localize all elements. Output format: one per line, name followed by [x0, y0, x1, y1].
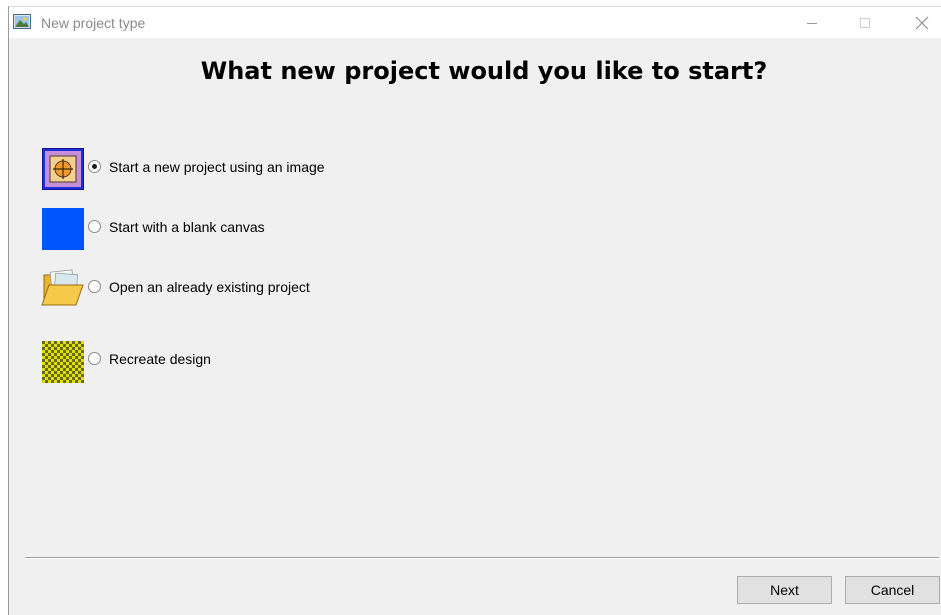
maximize-button[interactable] — [845, 7, 885, 38]
title-bar[interactable]: New project type — [9, 7, 941, 38]
page-heading: What new project would you like to start… — [200, 57, 768, 85]
radio-blank-canvas[interactable] — [88, 220, 101, 233]
minimize-icon — [807, 22, 817, 24]
next-button[interactable]: Next — [737, 576, 832, 604]
checkerboard-icon — [42, 341, 84, 383]
option-label-blank-canvas: Start with a blank canvas — [109, 219, 265, 235]
folder-icon — [41, 269, 84, 306]
picture-icon — [13, 14, 31, 29]
radio-image-project[interactable] — [88, 160, 101, 173]
maximize-icon — [860, 17, 870, 28]
option-label-recreate-design: Recreate design — [109, 351, 211, 367]
footer-divider — [25, 557, 939, 559]
image-project-icon — [42, 148, 84, 190]
minimize-button[interactable] — [792, 7, 832, 38]
close-icon — [915, 16, 929, 29]
dialog-window: New project type What new project would … — [8, 6, 941, 615]
option-label-open-existing: Open an already existing project — [109, 279, 310, 295]
option-label-image-project: Start a new project using an image — [109, 159, 325, 175]
cancel-button[interactable]: Cancel — [845, 576, 940, 604]
close-button[interactable] — [902, 7, 941, 38]
blank-canvas-icon — [42, 208, 84, 250]
window-title: New project type — [41, 15, 146, 31]
radio-open-existing[interactable] — [88, 280, 101, 293]
radio-recreate-design[interactable] — [88, 352, 101, 365]
